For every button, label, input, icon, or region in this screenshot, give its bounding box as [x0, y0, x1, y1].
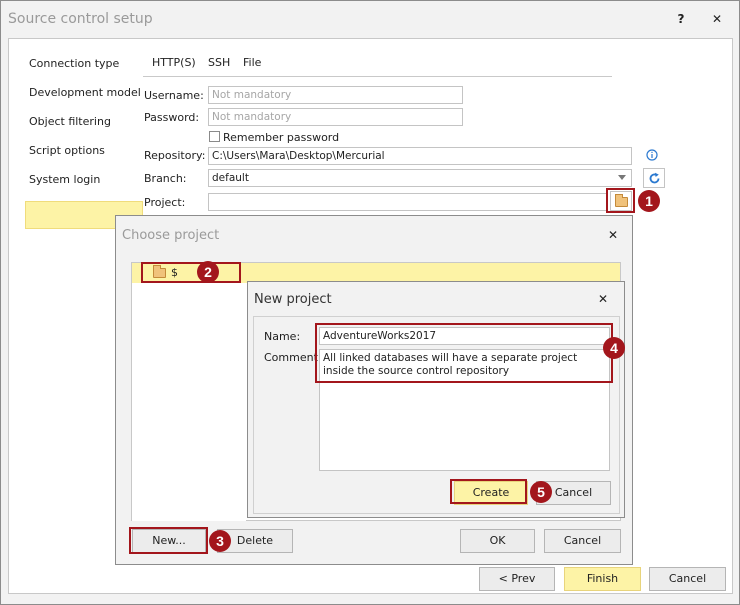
tab-https[interactable]: HTTP(S) — [152, 56, 196, 69]
chevron-down-icon[interactable] — [618, 175, 626, 181]
help-button[interactable]: ? — [671, 10, 691, 28]
username-input[interactable]: Not mandatory — [208, 86, 463, 104]
nav-item-object-filtering[interactable]: Object filtering — [29, 115, 111, 128]
refresh-icon — [649, 172, 660, 184]
tab-file[interactable]: File — [243, 56, 261, 69]
nav-item-development-model[interactable]: Development model — [29, 86, 141, 99]
new-project-title: New project — [254, 292, 332, 307]
project-label: Project: — [144, 196, 186, 209]
branch-select[interactable]: default — [208, 169, 632, 187]
callout-4-highlight — [315, 323, 613, 383]
choose-project-title: Choose project — [122, 228, 220, 243]
comment-label: Comment: — [264, 351, 322, 364]
project-input[interactable] — [208, 193, 607, 211]
name-label: Name: — [264, 330, 301, 343]
tree-left-pane — [132, 283, 246, 521]
callout-1-highlight — [606, 188, 635, 213]
choose-cancel-button[interactable]: Cancel — [544, 529, 621, 553]
window-title: Source control setup — [8, 11, 153, 27]
callout-3-badge: 3 — [209, 530, 231, 552]
title-bar: Source control setup ? ✕ — [1, 1, 739, 37]
repository-label: Repository: — [144, 149, 206, 162]
new-project-close-button[interactable]: ✕ — [598, 292, 608, 306]
nav-item-system-login[interactable]: System login — [29, 173, 100, 186]
tab-divider — [143, 76, 612, 77]
branch-label: Branch: — [144, 172, 187, 185]
choose-ok-button[interactable]: OK — [460, 529, 535, 553]
callout-5-highlight — [450, 479, 527, 504]
nav-item-script-options[interactable]: Script options — [29, 144, 105, 157]
remember-password-label: Remember password — [223, 131, 340, 144]
tab-ssh[interactable]: SSH — [208, 56, 230, 69]
callout-4-badge: 4 — [603, 337, 625, 359]
password-input[interactable]: Not mandatory — [208, 108, 463, 126]
repository-input[interactable]: C:\Users\Mara\Desktop\Mercurial — [208, 147, 632, 165]
info-icon[interactable] — [646, 149, 658, 161]
prev-button[interactable]: < Prev — [479, 567, 555, 591]
source-control-setup-window: Source control setup ? ✕ Connection type… — [0, 0, 740, 605]
cancel-button[interactable]: Cancel — [649, 567, 726, 591]
nav-item-connection-type[interactable]: Connection type — [29, 57, 119, 70]
password-label: Password: — [144, 111, 200, 124]
callout-2-highlight — [141, 262, 241, 283]
close-button[interactable]: ✕ — [707, 10, 727, 28]
callout-1-badge: 1 — [638, 190, 660, 212]
remember-password-checkbox[interactable] — [209, 131, 220, 142]
username-label: Username: — [144, 89, 204, 102]
callout-5-badge: 5 — [530, 481, 552, 503]
callout-2-badge: 2 — [197, 261, 219, 283]
callout-3-highlight — [129, 527, 208, 554]
finish-button[interactable]: Finish — [564, 567, 641, 591]
branch-value: default — [212, 172, 249, 184]
new-project-dialog: New project ✕ Name: AdventureWorks2017 C… — [247, 281, 625, 518]
refresh-button[interactable] — [643, 168, 665, 188]
choose-project-close-button[interactable]: ✕ — [608, 228, 618, 242]
